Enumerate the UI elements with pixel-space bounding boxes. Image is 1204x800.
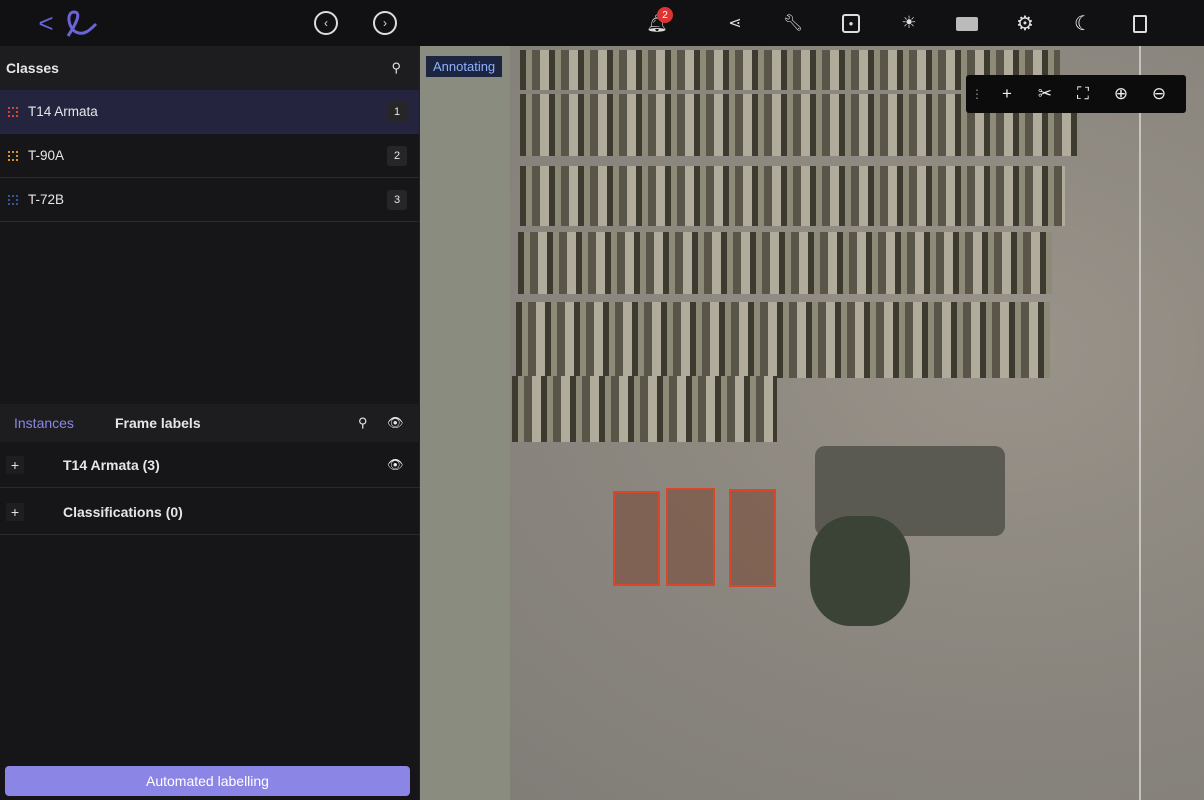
- classifications-row[interactable]: + Classifications (0): [0, 489, 420, 535]
- back-icon[interactable]: <: [36, 6, 56, 40]
- class-label: T-72B: [28, 192, 65, 207]
- next-frame-icon[interactable]: ›: [373, 11, 397, 35]
- expand-icon[interactable]: +: [6, 502, 24, 521]
- top-bar: < ‹ › 🔔︎ 2 ⋖ 🔧︎ ● ☀ ⚙ ☾: [0, 0, 1204, 46]
- save-icon[interactable]: ●: [842, 14, 860, 33]
- bounding-box[interactable]: [666, 488, 715, 586]
- bbox-class-icon: [8, 106, 18, 117]
- instance-group-label: T14 Armata (3): [63, 456, 160, 473]
- search-icon[interactable]: ⚲: [358, 415, 368, 431]
- class-item-t-90a[interactable]: T-90A 2: [0, 134, 419, 178]
- guide-line: [1139, 46, 1141, 800]
- field-area: [420, 46, 510, 800]
- document-icon[interactable]: [1133, 15, 1147, 33]
- class-hotkey: 3: [387, 189, 407, 210]
- keyboard-icon[interactable]: [956, 17, 978, 31]
- scissors-icon[interactable]: ✂: [1026, 84, 1064, 104]
- logo: [60, 4, 104, 42]
- wrench-icon[interactable]: 🔧︎: [782, 12, 804, 34]
- bbox-class-icon: [8, 194, 18, 205]
- class-hotkey: 2: [387, 145, 407, 166]
- notification-badge: 2: [657, 7, 673, 23]
- class-label: T14 Armata: [28, 104, 98, 119]
- class-label: T-90A: [28, 148, 65, 163]
- left-panel: Classes ⚲ T14 Armata 1 T-90A 2 T-72B 3 I…: [0, 46, 420, 800]
- zoom-out-icon[interactable]: ⊖: [1140, 84, 1178, 104]
- classes-title: Classes: [6, 60, 59, 76]
- settings-icon[interactable]: ⚙: [1014, 12, 1036, 35]
- class-item-t14-armata[interactable]: T14 Armata 1: [0, 90, 419, 134]
- trees: [810, 516, 910, 626]
- expand-icon[interactable]: +: [6, 455, 24, 474]
- brightness-icon[interactable]: ☀: [898, 12, 920, 34]
- classes-header: Classes ⚲: [0, 46, 419, 90]
- zoom-in-icon[interactable]: ⊕: [1102, 84, 1140, 104]
- tank-rows: [516, 302, 1050, 378]
- instance-group-row[interactable]: + T14 Armata (3) 👁︎: [0, 442, 420, 488]
- bounding-box[interactable]: [613, 491, 660, 586]
- search-icon[interactable]: ⚲: [391, 60, 401, 76]
- add-icon[interactable]: +: [988, 84, 1026, 104]
- bbox-class-icon: [8, 150, 18, 161]
- tank-rows: [512, 376, 777, 442]
- tank-rows: [518, 232, 1052, 294]
- bounding-box[interactable]: [729, 489, 776, 587]
- tank-rows: [520, 166, 1065, 226]
- classifications-label: Classifications (0): [63, 503, 183, 520]
- instances-header: Instances Frame labels ⚲ 👁︎: [0, 404, 420, 442]
- class-hotkey: 1: [387, 101, 407, 122]
- tab-instances[interactable]: Instances: [14, 415, 74, 431]
- class-item-t-72b[interactable]: T-72B 3: [0, 178, 419, 222]
- previous-frame-icon[interactable]: ‹: [314, 11, 338, 35]
- moon-icon[interactable]: ☾: [1072, 11, 1094, 35]
- eye-icon[interactable]: 👁︎: [387, 457, 404, 473]
- drag-handle-icon[interactable]: ⋮: [966, 87, 988, 101]
- fit-screen-icon[interactable]: ⛶: [1064, 84, 1102, 104]
- status-badge: Annotating: [426, 56, 503, 77]
- eye-icon[interactable]: 👁︎: [387, 415, 404, 431]
- image-canvas[interactable]: Annotating ⋮ + ✂ ⛶ ⊕ ⊖: [420, 46, 1204, 800]
- canvas-toolbar: ⋮ + ✂ ⛶ ⊕ ⊖: [966, 75, 1186, 113]
- tab-frame-labels[interactable]: Frame labels: [115, 415, 201, 431]
- automated-labelling-button[interactable]: Automated labelling: [5, 766, 410, 796]
- share-icon[interactable]: ⋖: [724, 12, 746, 34]
